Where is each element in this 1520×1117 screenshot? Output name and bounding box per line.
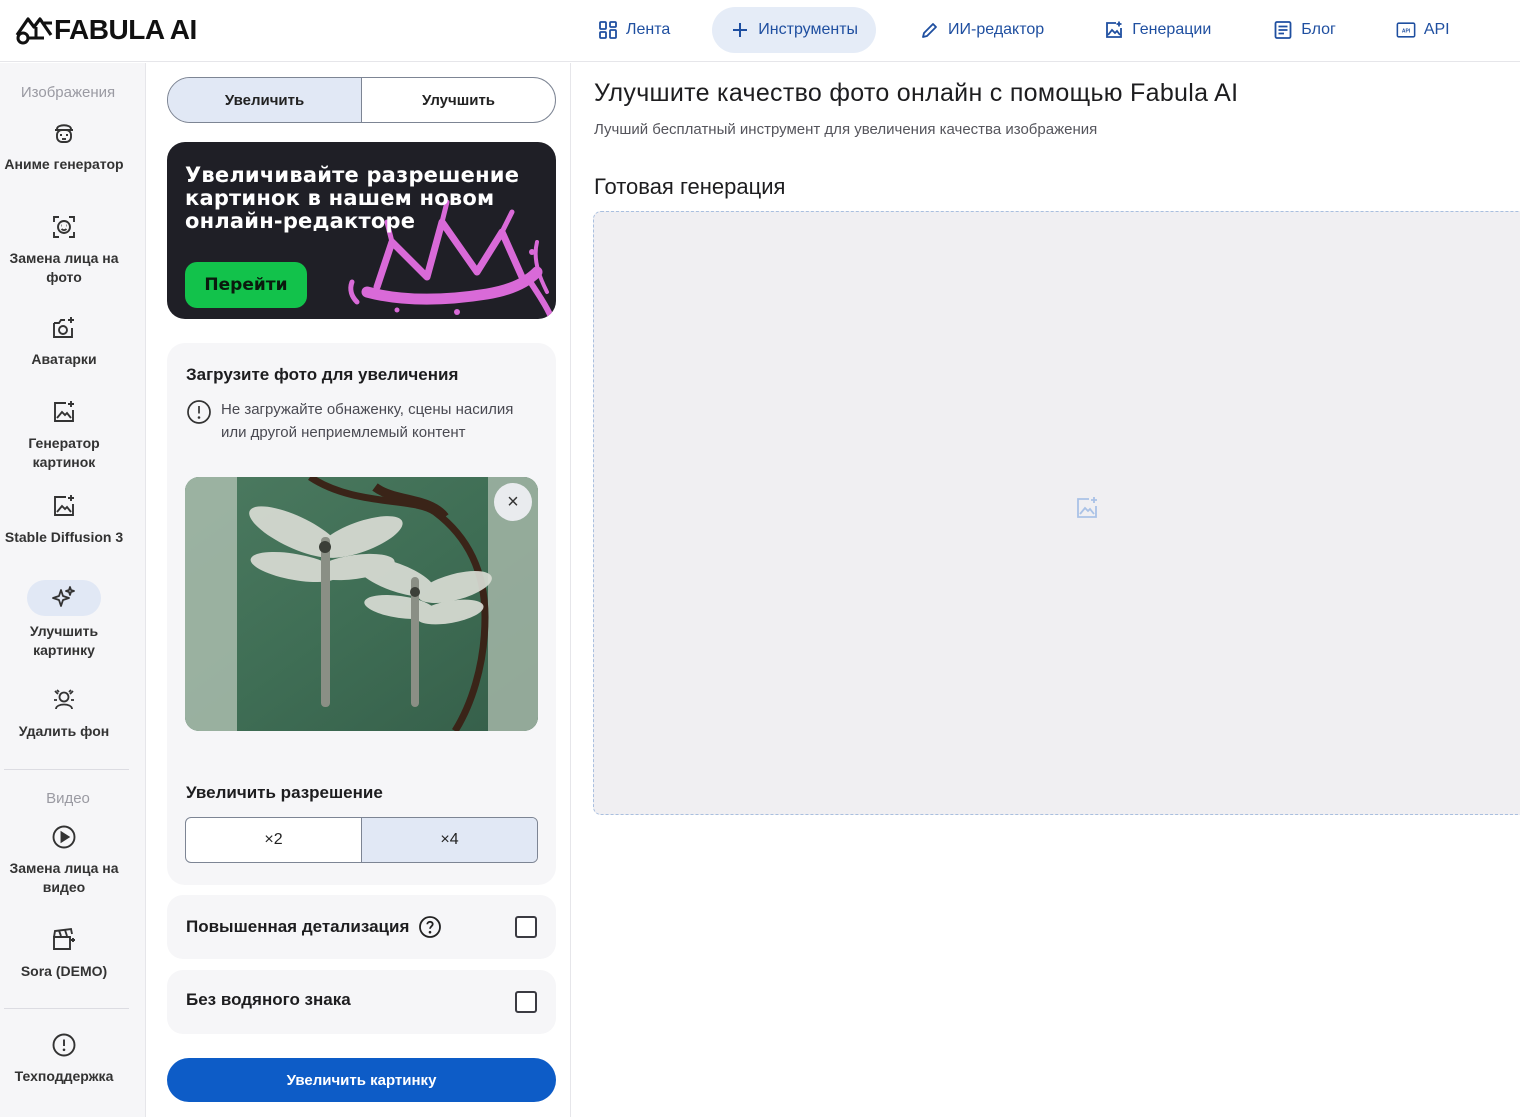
sidebar-item-stable-diffusion[interactable]: Stable Diffusion 3	[0, 490, 128, 547]
main-nav: Лента Инструменты ИИ-редактор Генерации …	[580, 7, 1468, 53]
sidebar-section-images: Изображения	[20, 84, 116, 101]
settings-panel: Увеличить Улучшить Увеличивайте разрешен…	[147, 63, 571, 1117]
nav-ai-editor[interactable]: ИИ-редактор	[902, 7, 1062, 53]
page-subtitle: Лучший бесплатный инструмент для увеличе…	[594, 121, 1098, 138]
remove-photo-button[interactable]: ×	[494, 483, 532, 521]
sidebar-item-label: Генератор картинок	[28, 435, 100, 470]
camera-plus-icon	[44, 312, 84, 344]
nav-api-label: API	[1423, 21, 1450, 38]
high-detail-checkbox[interactable]	[515, 916, 537, 938]
warning-text: Не загружайте обнаженку, сцены насилия и…	[221, 401, 514, 441]
image-plus-icon	[1077, 497, 1097, 518]
sidebar-section-video: Видео	[46, 790, 90, 807]
sidebar-item-label: Замена лица на фото	[9, 250, 119, 285]
mode-switch: Увеличить Улучшить	[167, 77, 556, 123]
content-warning: Не загружайте обнаженку, сцены насилия и…	[186, 398, 536, 444]
document-icon	[1274, 21, 1292, 39]
nav-generations-label: Генерации	[1132, 21, 1212, 38]
sidebar-item-label: Удалить фон	[18, 723, 110, 739]
resolution-switch: ×2 ×4	[185, 817, 538, 863]
tab-enhance[interactable]: Улучшить	[362, 78, 555, 122]
clapperboard-icon	[44, 924, 84, 956]
sidebar-item-label: Улучшить картинку	[29, 623, 99, 658]
sidebar-item-face-swap-video[interactable]: Замена лица на видео	[0, 821, 128, 897]
sidebar-item-avatars[interactable]: Аватарки	[0, 312, 128, 369]
sidebar-item-remove-bg[interactable]: Удалить фон	[0, 684, 128, 741]
nav-feed-label: Лента	[626, 21, 671, 38]
api-icon: API	[1396, 22, 1416, 38]
result-area: Улучшите качество фото онлайн с помощью …	[572, 63, 1520, 1117]
nav-tools-label: Инструменты	[758, 21, 859, 38]
nav-blog[interactable]: Блог	[1255, 7, 1354, 53]
option-high-detail: Повышенная детализация	[167, 895, 556, 959]
sidebar-item-sora[interactable]: Sora (DEMO)	[0, 924, 128, 981]
pencil-icon	[922, 23, 937, 38]
play-circle-icon	[44, 821, 84, 853]
promo-banner-text: Увеличивайте разрешение картинок в нашем…	[185, 163, 520, 233]
option-label: Без водяного знака	[186, 990, 351, 1010]
promo-go-button[interactable]: Перейти	[185, 262, 307, 308]
upscale-submit-button[interactable]: Увеличить картинку	[167, 1058, 556, 1102]
logo[interactable]: FABULA AI	[14, 12, 197, 48]
scale-x2-option[interactable]: ×2	[186, 818, 362, 862]
svg-text:API: API	[1402, 28, 1411, 34]
tab-upscale[interactable]: Увеличить	[168, 78, 362, 122]
sidebar-item-enhance[interactable]: Улучшить картинку	[0, 580, 128, 660]
sidebar-item-label: Stable Diffusion 3	[4, 529, 124, 545]
help-circle-icon[interactable]	[418, 915, 442, 939]
sidebar-item-label: Аниме генератор	[4, 156, 124, 172]
tools-sidebar: Изображения Аниме генератор Замена лица …	[0, 63, 146, 1117]
upload-card: Загрузите фото для увеличения Не загружа…	[167, 343, 556, 885]
sidebar-divider	[4, 769, 129, 770]
no-watermark-label: Без водяного знака	[186, 990, 351, 1009]
sidebar-item-label: Sora (DEMO)	[20, 963, 108, 979]
anime-face-icon	[44, 117, 84, 149]
logo-mark-icon	[15, 17, 53, 45]
sidebar-item-label: Техподдержка	[14, 1068, 114, 1084]
page-title: Улучшите качество фото онлайн с помощью …	[594, 79, 1239, 107]
sidebar-divider	[4, 1008, 129, 1009]
sidebar-item-anime[interactable]: Аниме генератор	[0, 117, 128, 174]
option-label: Повышенная детализация	[186, 915, 442, 939]
result-placeholder	[593, 211, 1520, 815]
result-title: Готовая генерация	[594, 174, 786, 199]
image-generate-icon	[44, 396, 84, 428]
top-header: FABULA AI Лента Инструменты ИИ-редактор …	[0, 0, 1520, 62]
sidebar-item-label: Аватарки	[31, 351, 97, 367]
nav-ai-editor-label: ИИ-редактор	[948, 21, 1045, 38]
image-plus-icon	[1106, 21, 1123, 38]
remove-bg-icon	[44, 684, 84, 716]
dragonfly-earrings-image	[185, 477, 538, 731]
sidebar-item-face-swap-photo[interactable]: Замена лица на фото	[0, 211, 128, 287]
promo-banner[interactable]: Увеличивайте разрешение картинок в нашем…	[167, 142, 556, 319]
nav-tools[interactable]: Инструменты	[712, 7, 877, 53]
uploaded-photo-preview: ×	[185, 477, 538, 731]
nav-feed[interactable]: Лента	[580, 7, 688, 53]
nav-blog-label: Блог	[1301, 21, 1336, 38]
sidebar-item-support[interactable]: Техподдержка	[0, 1029, 128, 1086]
scale-x4-option[interactable]: ×4	[362, 818, 537, 862]
option-no-watermark: Без водяного знака	[167, 970, 556, 1034]
sparkles-icon	[27, 580, 101, 616]
plus-icon	[733, 23, 748, 37]
alert-circle-icon	[187, 400, 211, 424]
logo-text: FABULA AI	[54, 14, 197, 45]
upload-title: Загрузите фото для увеличения	[186, 365, 459, 384]
sidebar-item-label: Замена лица на видео	[9, 860, 119, 895]
nav-api[interactable]: API API	[1378, 7, 1468, 53]
nav-generations[interactable]: Генерации	[1086, 7, 1229, 53]
image-plus-icon	[44, 490, 84, 522]
grid-icon	[599, 21, 617, 39]
alert-circle-icon	[44, 1029, 84, 1061]
sidebar-item-image-generator[interactable]: Генератор картинок	[0, 396, 128, 472]
no-watermark-checkbox[interactable]	[515, 991, 537, 1013]
face-scan-icon	[44, 211, 84, 243]
resolution-title: Увеличить разрешение	[186, 783, 383, 802]
high-detail-label: Повышенная детализация	[186, 917, 410, 936]
